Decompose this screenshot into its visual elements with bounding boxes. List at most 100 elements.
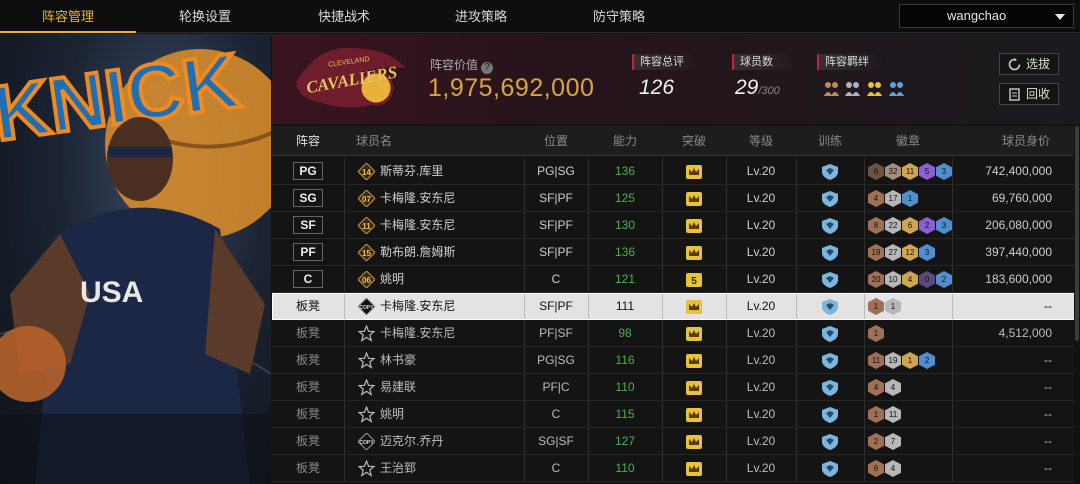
breakthrough[interactable] (662, 293, 726, 320)
breakthrough[interactable] (662, 428, 726, 455)
select-button[interactable]: 选拔 (999, 53, 1059, 75)
breakthrough[interactable] (662, 401, 726, 428)
recycle-button[interactable]: 回收 (999, 83, 1059, 105)
table-row[interactable]: 板凳 COPY 卡梅隆.安东尼 SF|PF 111 Lv.20 1 1 -- (272, 293, 1080, 320)
training[interactable] (796, 401, 864, 428)
training[interactable] (796, 347, 864, 374)
badge-hex[interactable]: 8 (868, 217, 884, 234)
breakthrough[interactable]: 5 (662, 266, 726, 293)
training[interactable] (796, 158, 864, 185)
badge-hex[interactable]: 11 (868, 352, 884, 369)
col-player-name[interactable]: 球员名 (344, 126, 524, 156)
training[interactable] (796, 374, 864, 401)
training[interactable] (796, 185, 864, 212)
breakthrough[interactable] (662, 320, 726, 347)
breakthrough[interactable] (662, 158, 726, 185)
tab-lineup-management[interactable]: 阵容管理 (0, 0, 136, 33)
badge-hex[interactable]: 1 (868, 298, 884, 315)
tab-quick-tactics[interactable]: 快捷战术 (274, 0, 414, 33)
badge-hex[interactable]: 11 (885, 406, 901, 423)
badge-hex[interactable]: 27 (885, 244, 901, 261)
col-training[interactable]: 训练 (796, 126, 864, 156)
position: PG|SG (537, 353, 575, 367)
badge-hex[interactable]: 7 (885, 433, 901, 450)
badge-hex[interactable]: 0 (919, 271, 935, 288)
training[interactable] (796, 428, 864, 455)
badge-hex[interactable]: 19 (868, 244, 884, 261)
breakthrough[interactable] (662, 185, 726, 212)
table-row[interactable]: PF 15 勒布朗.詹姆斯 SF|PF 136 Lv.20 19 27 12 3 397,440,0… (272, 239, 1080, 266)
badge-hex[interactable]: 4 (868, 379, 884, 396)
table-row[interactable]: 板凳 林书豪 PG|SG 116 Lv.20 11 19 1 2 -- (272, 347, 1080, 374)
badge-hex[interactable]: 3 (919, 244, 935, 261)
badge-hex[interactable]: 20 (868, 271, 884, 288)
training[interactable] (796, 239, 864, 266)
table-row[interactable]: PG 14 斯蒂芬.库里 PG|SG 136 Lv.20 6 32 11 5 3 742,400,00… (272, 158, 1080, 185)
table-row[interactable]: 板凳 易建联 PF|C 110 Lv.20 4 4 -- (272, 374, 1080, 401)
badge-hex[interactable]: 19 (885, 352, 901, 369)
col-breakthrough[interactable]: 突破 (662, 126, 726, 156)
badge-hex[interactable]: 1 (902, 190, 918, 207)
badge-hex[interactable]: 1 (868, 325, 884, 342)
col-level[interactable]: 等级 (726, 126, 796, 156)
col-badges[interactable]: 徽章 (864, 126, 952, 156)
training[interactable] (796, 212, 864, 239)
col-lineup[interactable]: 阵容 (272, 126, 344, 156)
badge-hex[interactable]: 2 (868, 433, 884, 450)
player-salary: -- (1044, 407, 1052, 421)
badge-hex[interactable]: 11 (902, 163, 918, 180)
table-row[interactable]: SG 07 卡梅隆.安东尼 SF|PF 125 Lv.20 4 17 1 69,760,000 (272, 185, 1080, 212)
scrollbar-thumb[interactable] (1075, 126, 1079, 341)
bond-icon-2[interactable] (844, 80, 861, 97)
badge-hex[interactable]: 10 (885, 271, 901, 288)
badge-hex[interactable]: 6 (868, 163, 884, 180)
table-row[interactable]: 板凳 卡梅隆.安东尼 PF|SF 98 Lv.20 1 4,512,000 (272, 320, 1080, 347)
badge-hex[interactable]: 22 (885, 217, 901, 234)
bond-icon-4[interactable] (888, 80, 905, 97)
col-salary[interactable]: 球员身价 (952, 126, 1072, 156)
badge-hex[interactable]: 12 (902, 244, 918, 261)
training[interactable] (796, 266, 864, 293)
badge-hex[interactable]: 6 (868, 460, 884, 477)
tab-offense-strategy[interactable]: 进攻策略 (414, 0, 548, 33)
breakthrough[interactable] (662, 374, 726, 401)
breakthrough[interactable] (662, 347, 726, 374)
badge-hex[interactable]: 3 (936, 217, 952, 234)
badge-hex[interactable]: 3 (936, 163, 952, 180)
level: Lv.20 (746, 434, 776, 448)
breakthrough[interactable] (662, 212, 726, 239)
badge-hex[interactable]: 17 (885, 190, 901, 207)
badge-hex[interactable]: 2 (919, 352, 935, 369)
training[interactable] (796, 455, 864, 482)
badge-hex[interactable]: 32 (885, 163, 901, 180)
badge-hex[interactable]: 5 (919, 163, 935, 180)
badge-hex[interactable]: 4 (868, 190, 884, 207)
breakthrough[interactable] (662, 239, 726, 266)
bond-icon-3[interactable] (866, 80, 883, 97)
table-row[interactable]: C 06 姚明 C 121 5 Lv.20 20 10 4 0 2 183,600,000 (272, 266, 1080, 293)
badge-hex[interactable]: 4 (902, 271, 918, 288)
table-row[interactable]: 板凳 姚明 C 115 Lv.20 1 11 -- (272, 401, 1080, 428)
badge-hex[interactable]: 1 (885, 298, 901, 315)
table-row[interactable]: 板凳 COPY 迈克尔.乔丹 SG|SF 127 Lv.20 2 7 -- (272, 428, 1080, 455)
badge-hex[interactable]: 4 (885, 379, 901, 396)
help-icon[interactable]: ? (481, 62, 494, 74)
bond-icon-1[interactable] (823, 80, 840, 97)
position: SF|PF (539, 191, 573, 205)
badge-hex[interactable]: 4 (885, 460, 901, 477)
col-position[interactable]: 位置 (524, 126, 588, 156)
training[interactable] (796, 320, 864, 347)
training[interactable] (796, 293, 864, 320)
badge-hex[interactable]: 1 (902, 352, 918, 369)
tab-rotation-settings[interactable]: 轮换设置 (136, 0, 274, 33)
table-row[interactable]: 板凳 王治郅 C 110 Lv.20 6 4 -- (272, 455, 1080, 482)
col-ability[interactable]: 能力 (588, 126, 662, 156)
badge-hex[interactable]: 1 (868, 406, 884, 423)
badge-hex[interactable]: 6 (902, 217, 918, 234)
table-row[interactable]: SF 11 卡梅隆.安东尼 SF|PF 130 Lv.20 8 22 6 2 3 206,080,00… (272, 212, 1080, 239)
badge-hex[interactable]: 2 (936, 271, 952, 288)
user-dropdown[interactable]: wangchao (899, 4, 1074, 28)
tab-defense-strategy[interactable]: 防守策略 (548, 0, 690, 33)
breakthrough[interactable] (662, 455, 726, 482)
badge-hex[interactable]: 2 (919, 217, 935, 234)
